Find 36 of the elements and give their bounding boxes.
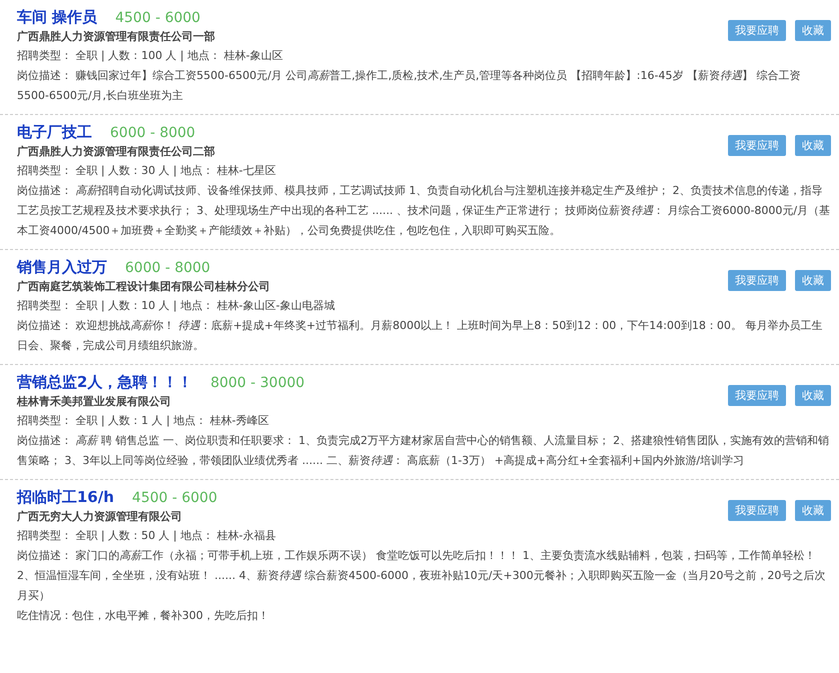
favorite-button[interactable]: 收藏 — [795, 135, 831, 156]
job-title[interactable]: 营销总监2人，急聘！！！ — [17, 371, 192, 393]
job-title[interactable]: 销售月入过万 — [17, 256, 107, 278]
job-title[interactable]: 招临时工16/h — [17, 486, 114, 508]
salary: 4500 - 6000 — [115, 10, 200, 26]
job-description: 岗位描述： 高薪招聘自动化调试技师、设备维保技师、模具技师，工艺调试技师 1、负责自动化机台与注塑机连接并稳定生产及维护； 2、负责技术信息的传递，指导工艺员按工艺规程及技术要求执行； 3、处理现场生产中出现的各种工艺 ...... 、技术问题，保证生产正常进行； 技师岗位薪资待遇： 月综合工资6000-8000元/月（基本工资4000/4500＋加班费＋全勤奖＋产能绩效＋补贴），公司免费提供吃住，包吃包住，入职即可购买五险。 — [17, 183, 831, 239]
apply-button[interactable]: 我要应聘 — [728, 20, 786, 41]
company-name: 桂林青禾美邦置业发展有限公司 — [17, 394, 172, 410]
salary: 8000 - 30000 — [210, 375, 305, 391]
job-description: 吃住情况：包住，水电平摊，餐补300，先吃后扣！ — [17, 608, 270, 624]
salary: 6000 - 8000 — [125, 260, 210, 276]
job-description: 岗位描述： 欢迎想挑战高薪你！ 待遇：底薪+提成+年终奖+过节福利。月薪8000以上！ 上班时间为早上8：50到12：00，下午14:00到18：00。 每月举办员工生日会、聚餐，完成公司月绩组织旅游。 — [17, 318, 824, 354]
favorite-button[interactable]: 收藏 — [795, 500, 831, 521]
company-name: 广西鼎胜人力资源管理有限责任公司二部 — [17, 144, 215, 160]
job-description: 岗位描述： 高薪 聘 销售总监 一、岗位职责和任职要求： 1、负责完成2万平方建材家居自营中心的销售额、人流量目标； 2、搭建狼性销售团队，实施有效的营销和销售策略； 3、3年以上同等岗位经验，带领团队业绩优秀者 ...... 二、薪资待遇： 高底薪（1-3万） +高提成+高分红+全套福利+国内外旅游/培训学习 — [17, 433, 830, 469]
apply-button[interactable]: 我要应聘 — [728, 135, 786, 156]
apply-button[interactable]: 我要应聘 — [728, 270, 786, 291]
favorite-button[interactable]: 收藏 — [795, 385, 831, 406]
job-description: 岗位描述： 家门口的高薪工作（永福；可带手机上班，工作娱乐两不误） 食堂吃饭可以先吃后扣！！！ 1、主要负责流水线贴辅料，包装，扫码等，工作简单轻松！ 2、恒温恒湿车间，全坐班，没有站班！ ...... 4、薪资待遇 综合薪资4500-6000，夜班补贴10元/天+300元餐补；入职即购买五险一金（当月20号之前，20号之后次月买） — [17, 548, 826, 604]
company-name: 广西鼎胜人力资源管理有限责任公司一部 — [17, 29, 215, 45]
apply-button[interactable]: 我要应聘 — [728, 500, 786, 521]
job-description: 岗位描述： 赚钱回家过年】综合工资5500-6500元/月 公司高薪普工,操作工,质检,技术,生产员,管理等各种岗位员 【招聘年龄】:16-45岁 【薪资待遇】 综合工资5500-6500元/月,长白班坐班为主 — [17, 68, 802, 104]
salary: 4500 - 6000 — [132, 490, 218, 506]
company-name: 广西无穷大人力资源管理有限公司 — [17, 509, 183, 525]
apply-button[interactable]: 我要应聘 — [728, 385, 786, 406]
company-name: 广西南庭艺筑装饰工程设计集团有限公司桂林分公司 — [17, 279, 270, 295]
job-meta: 招聘类型： 全职 | 人数：30 人 | 地点： 桂林-七星区 — [17, 163, 277, 179]
job-meta: 招聘类型： 全职 | 人数：1 人 | 地点： 桂林-秀峰区 — [17, 413, 270, 429]
favorite-button[interactable]: 收藏 — [795, 270, 831, 291]
job-title[interactable]: 电子厂技工 — [17, 121, 92, 143]
favorite-button[interactable]: 收藏 — [795, 20, 831, 41]
job-title[interactable]: 车间 操作员 — [17, 6, 98, 28]
job-meta: 招聘类型： 全职 | 人数：100 人 | 地点： 桂林-象山区 — [17, 48, 284, 64]
salary: 6000 - 8000 — [110, 125, 196, 141]
job-meta: 招聘类型： 全职 | 人数：10 人 | 地点： 桂林-象山区-象山电器城 — [17, 298, 336, 314]
job-meta: 招聘类型： 全职 | 人数：50 人 | 地点： 桂林-永福县 — [17, 528, 277, 544]
